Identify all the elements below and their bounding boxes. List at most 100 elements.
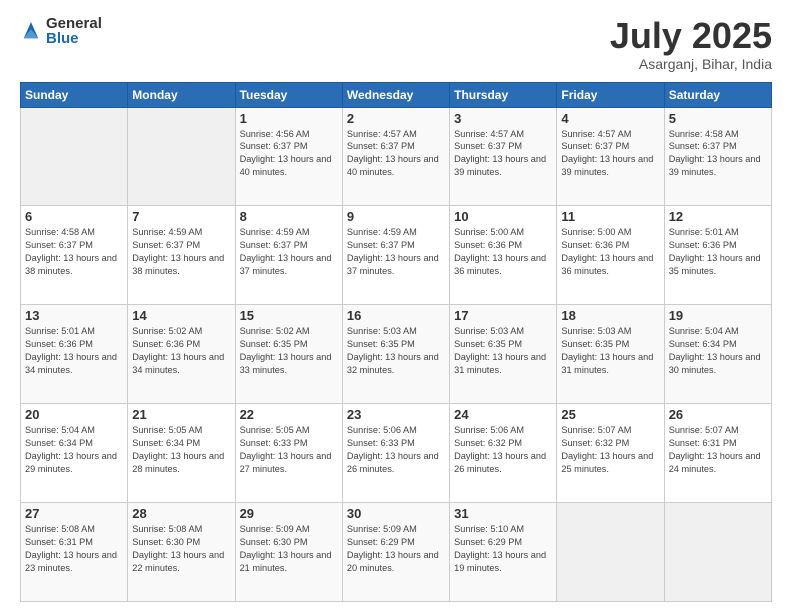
day-info: Sunrise: 5:08 AM Sunset: 6:31 PM Dayligh… xyxy=(25,523,123,575)
table-row: 31 Sunrise: 5:10 AM Sunset: 6:29 PM Dayli… xyxy=(450,503,557,602)
table-row xyxy=(21,107,128,206)
day-info: Sunrise: 5:01 AM Sunset: 6:36 PM Dayligh… xyxy=(669,226,767,278)
day-number: 22 xyxy=(240,407,338,422)
table-row xyxy=(128,107,235,206)
day-info: Sunrise: 4:58 AM Sunset: 6:37 PM Dayligh… xyxy=(25,226,123,278)
calendar-table: Sunday Monday Tuesday Wednesday Thursday… xyxy=(20,82,772,602)
table-row: 17Sunrise: 5:03 AM Sunset: 6:35 PM Dayli… xyxy=(450,305,557,404)
logo-text: General Blue xyxy=(46,16,102,46)
day-info: Sunrise: 4:59 AM Sunset: 6:37 PM Dayligh… xyxy=(240,226,338,278)
day-number: 13 xyxy=(25,308,123,323)
table-row xyxy=(664,503,771,602)
day-number: 26 xyxy=(669,407,767,422)
day-info: Sunrise: 5:07 AM Sunset: 6:32 PM Dayligh… xyxy=(561,424,659,476)
day-info: Sunrise: 5:03 AM Sunset: 6:35 PM Dayligh… xyxy=(347,325,445,377)
table-row: 4 Sunrise: 4:57 AM Sunset: 6:37 PM Daylig… xyxy=(557,107,664,206)
day-info: Sunrise: 4:58 AM Sunset: 6:37 PM Dayligh… xyxy=(669,128,767,180)
table-row: 22 Sunrise: 5:05 AM Sunset: 6:33 PM Dayli… xyxy=(235,404,342,503)
calendar-header-row: Sunday Monday Tuesday Wednesday Thursday… xyxy=(21,82,772,107)
table-row: 12 Sunrise: 5:01 AM Sunset: 6:36 PM Dayli… xyxy=(664,206,771,305)
table-row: 5Sunrise: 4:58 AM Sunset: 6:37 PM Daylig… xyxy=(664,107,771,206)
logo-general: General xyxy=(46,16,102,31)
table-row: 6 Sunrise: 4:58 AM Sunset: 6:37 PM Daylig… xyxy=(21,206,128,305)
day-number: 9 xyxy=(347,209,445,224)
day-info: Sunrise: 5:07 AM Sunset: 6:31 PM Dayligh… xyxy=(669,424,767,476)
day-number: 14 xyxy=(132,308,230,323)
day-number: 25 xyxy=(561,407,659,422)
header-wednesday: Wednesday xyxy=(342,82,449,107)
day-number: 4 xyxy=(561,111,659,126)
table-row: 23Sunrise: 5:06 AM Sunset: 6:33 PM Dayli… xyxy=(342,404,449,503)
day-number: 12 xyxy=(669,209,767,224)
day-number: 8 xyxy=(240,209,338,224)
month-title: July 2025 xyxy=(610,16,772,56)
header-saturday: Saturday xyxy=(664,82,771,107)
day-info: Sunrise: 5:02 AM Sunset: 6:35 PM Dayligh… xyxy=(240,325,338,377)
day-info: Sunrise: 4:59 AM Sunset: 6:37 PM Dayligh… xyxy=(132,226,230,278)
table-row: 13 Sunrise: 5:01 AM Sunset: 6:36 PM Dayli… xyxy=(21,305,128,404)
day-number: 31 xyxy=(454,506,552,521)
table-row: 21 Sunrise: 5:05 AM Sunset: 6:34 PM Dayli… xyxy=(128,404,235,503)
day-number: 6 xyxy=(25,209,123,224)
table-row: 25 Sunrise: 5:07 AM Sunset: 6:32 PM Dayli… xyxy=(557,404,664,503)
logo: General Blue xyxy=(20,16,102,46)
day-number: 3 xyxy=(454,111,552,126)
day-number: 16 xyxy=(347,308,445,323)
day-number: 2 xyxy=(347,111,445,126)
title-block: July 2025 Asarganj, Bihar, India xyxy=(610,16,772,72)
day-number: 1 xyxy=(240,111,338,126)
table-row: 19Sunrise: 5:04 AM Sunset: 6:34 PM Dayli… xyxy=(664,305,771,404)
day-info: Sunrise: 5:10 AM Sunset: 6:29 PM Dayligh… xyxy=(454,523,552,575)
table-row: 10 Sunrise: 5:00 AM Sunset: 6:36 PM Dayli… xyxy=(450,206,557,305)
header: General Blue July 2025 Asarganj, Bihar, … xyxy=(20,16,772,72)
day-info: Sunrise: 4:57 AM Sunset: 6:37 PM Dayligh… xyxy=(561,128,659,180)
table-row: 8 Sunrise: 4:59 AM Sunset: 6:37 PM Daylig… xyxy=(235,206,342,305)
day-info: Sunrise: 5:02 AM Sunset: 6:36 PM Dayligh… xyxy=(132,325,230,377)
day-info: Sunrise: 5:00 AM Sunset: 6:36 PM Dayligh… xyxy=(454,226,552,278)
day-info: Sunrise: 5:08 AM Sunset: 6:30 PM Dayligh… xyxy=(132,523,230,575)
header-tuesday: Tuesday xyxy=(235,82,342,107)
header-sunday: Sunday xyxy=(21,82,128,107)
day-info: Sunrise: 5:09 AM Sunset: 6:29 PM Dayligh… xyxy=(347,523,445,575)
day-info: Sunrise: 5:01 AM Sunset: 6:36 PM Dayligh… xyxy=(25,325,123,377)
table-row: 27 Sunrise: 5:08 AM Sunset: 6:31 PM Dayli… xyxy=(21,503,128,602)
table-row: 11 Sunrise: 5:00 AM Sunset: 6:36 PM Dayli… xyxy=(557,206,664,305)
table-row: 15 Sunrise: 5:02 AM Sunset: 6:35 PM Dayli… xyxy=(235,305,342,404)
day-info: Sunrise: 5:05 AM Sunset: 6:34 PM Dayligh… xyxy=(132,424,230,476)
day-number: 28 xyxy=(132,506,230,521)
day-info: Sunrise: 5:06 AM Sunset: 6:33 PM Dayligh… xyxy=(347,424,445,476)
day-number: 18 xyxy=(561,308,659,323)
page: General Blue July 2025 Asarganj, Bihar, … xyxy=(0,0,792,612)
day-number: 21 xyxy=(132,407,230,422)
day-info: Sunrise: 5:04 AM Sunset: 6:34 PM Dayligh… xyxy=(25,424,123,476)
day-number: 10 xyxy=(454,209,552,224)
table-row: 20 Sunrise: 5:04 AM Sunset: 6:34 PM Dayli… xyxy=(21,404,128,503)
day-number: 19 xyxy=(669,308,767,323)
day-number: 24 xyxy=(454,407,552,422)
day-info: Sunrise: 4:56 AM Sunset: 6:37 PM Dayligh… xyxy=(240,128,338,180)
day-number: 7 xyxy=(132,209,230,224)
day-info: Sunrise: 5:05 AM Sunset: 6:33 PM Dayligh… xyxy=(240,424,338,476)
day-info: Sunrise: 4:59 AM Sunset: 6:37 PM Dayligh… xyxy=(347,226,445,278)
table-row: 30 Sunrise: 5:09 AM Sunset: 6:29 PM Dayli… xyxy=(342,503,449,602)
location: Asarganj, Bihar, India xyxy=(610,56,772,72)
header-friday: Friday xyxy=(557,82,664,107)
table-row: 28 Sunrise: 5:08 AM Sunset: 6:30 PM Dayli… xyxy=(128,503,235,602)
table-row: 1 Sunrise: 4:56 AM Sunset: 6:37 PM Daylig… xyxy=(235,107,342,206)
day-number: 11 xyxy=(561,209,659,224)
day-number: 20 xyxy=(25,407,123,422)
day-number: 30 xyxy=(347,506,445,521)
day-info: Sunrise: 5:06 AM Sunset: 6:32 PM Dayligh… xyxy=(454,424,552,476)
day-number: 29 xyxy=(240,506,338,521)
day-number: 27 xyxy=(25,506,123,521)
table-row: 26 Sunrise: 5:07 AM Sunset: 6:31 PM Dayli… xyxy=(664,404,771,503)
day-info: Sunrise: 5:00 AM Sunset: 6:36 PM Dayligh… xyxy=(561,226,659,278)
table-row: 29 Sunrise: 5:09 AM Sunset: 6:30 PM Dayli… xyxy=(235,503,342,602)
table-row: 14 Sunrise: 5:02 AM Sunset: 6:36 PM Dayli… xyxy=(128,305,235,404)
day-number: 15 xyxy=(240,308,338,323)
day-info: Sunrise: 4:57 AM Sunset: 6:37 PM Dayligh… xyxy=(454,128,552,180)
day-number: 17 xyxy=(454,308,552,323)
table-row: 7 Sunrise: 4:59 AM Sunset: 6:37 PM Daylig… xyxy=(128,206,235,305)
table-row: 2Sunrise: 4:57 AM Sunset: 6:37 PM Daylig… xyxy=(342,107,449,206)
day-info: Sunrise: 5:09 AM Sunset: 6:30 PM Dayligh… xyxy=(240,523,338,575)
